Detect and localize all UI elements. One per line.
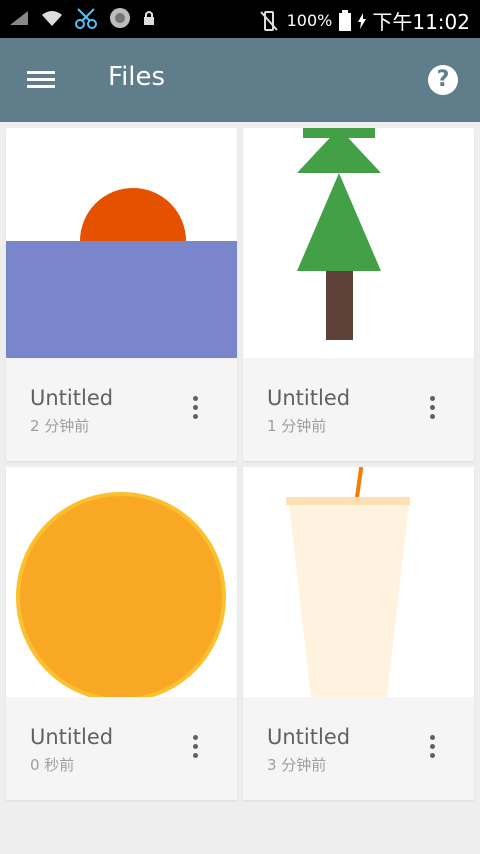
- cup-drawing: [286, 467, 410, 697]
- file-name: Untitled: [30, 725, 114, 749]
- file-name: Untitled: [267, 725, 351, 749]
- file-card[interactable]: Untitled 3 分钟前: [243, 467, 474, 800]
- file-card[interactable]: Untitled 1 分钟前: [243, 128, 474, 461]
- file-modified-time: 1 分钟前: [267, 417, 327, 435]
- file-card[interactable]: Untitled 0 秒前: [6, 467, 237, 800]
- file-modified-time: 2 分钟前: [30, 417, 90, 435]
- tree-drawing: [297, 128, 381, 340]
- vibrate-off-icon: [259, 10, 278, 31]
- file-card[interactable]: Untitled 2 分钟前: [6, 128, 237, 461]
- file-thumbnail: [6, 467, 237, 697]
- charging-icon: [358, 12, 367, 29]
- orange-circle-drawing: [16, 492, 226, 697]
- battery-percentage: 100%: [286, 11, 333, 30]
- menu-icon-line: [27, 85, 55, 88]
- file-modified-time: 0 秒前: [30, 756, 75, 774]
- file-meta: Untitled 0 秒前: [6, 697, 237, 800]
- status-left-icons: [8, 6, 156, 30]
- lock-icon: [144, 11, 154, 25]
- page-title: Files: [108, 62, 166, 92]
- more-options-icon[interactable]: [190, 396, 200, 424]
- file-meta: Untitled 2 分钟前: [6, 358, 237, 461]
- file-modified-time: 3 分钟前: [267, 756, 327, 774]
- more-options-icon[interactable]: [190, 735, 200, 763]
- menu-icon-line: [27, 78, 55, 81]
- status-bar: 100% 下午11:02: [0, 0, 480, 38]
- cellular-signal-icon: [10, 11, 28, 25]
- help-icon[interactable]: ?: [428, 65, 458, 95]
- file-name: Untitled: [30, 386, 114, 410]
- file-thumbnail: [243, 467, 474, 697]
- app-bar: Files ?: [0, 38, 480, 122]
- more-options-icon[interactable]: [427, 735, 437, 763]
- app-notification-icon: [110, 8, 130, 28]
- more-options-icon[interactable]: [427, 396, 437, 424]
- file-meta: Untitled 3 分钟前: [243, 697, 474, 800]
- battery-icon: [339, 9, 352, 31]
- file-thumbnail: [6, 128, 237, 358]
- status-time: 下午11:02: [372, 10, 470, 34]
- file-thumbnail: [243, 128, 474, 358]
- status-right-icons: 100% 下午11:02: [257, 6, 470, 35]
- wifi-icon: [42, 11, 62, 26]
- scissors-icon: [75, 8, 97, 29]
- menu-button[interactable]: [24, 66, 58, 94]
- file-meta: Untitled 1 分钟前: [243, 358, 474, 461]
- sunset-drawing: [6, 188, 237, 358]
- file-name: Untitled: [267, 386, 351, 410]
- menu-icon-line: [27, 71, 55, 74]
